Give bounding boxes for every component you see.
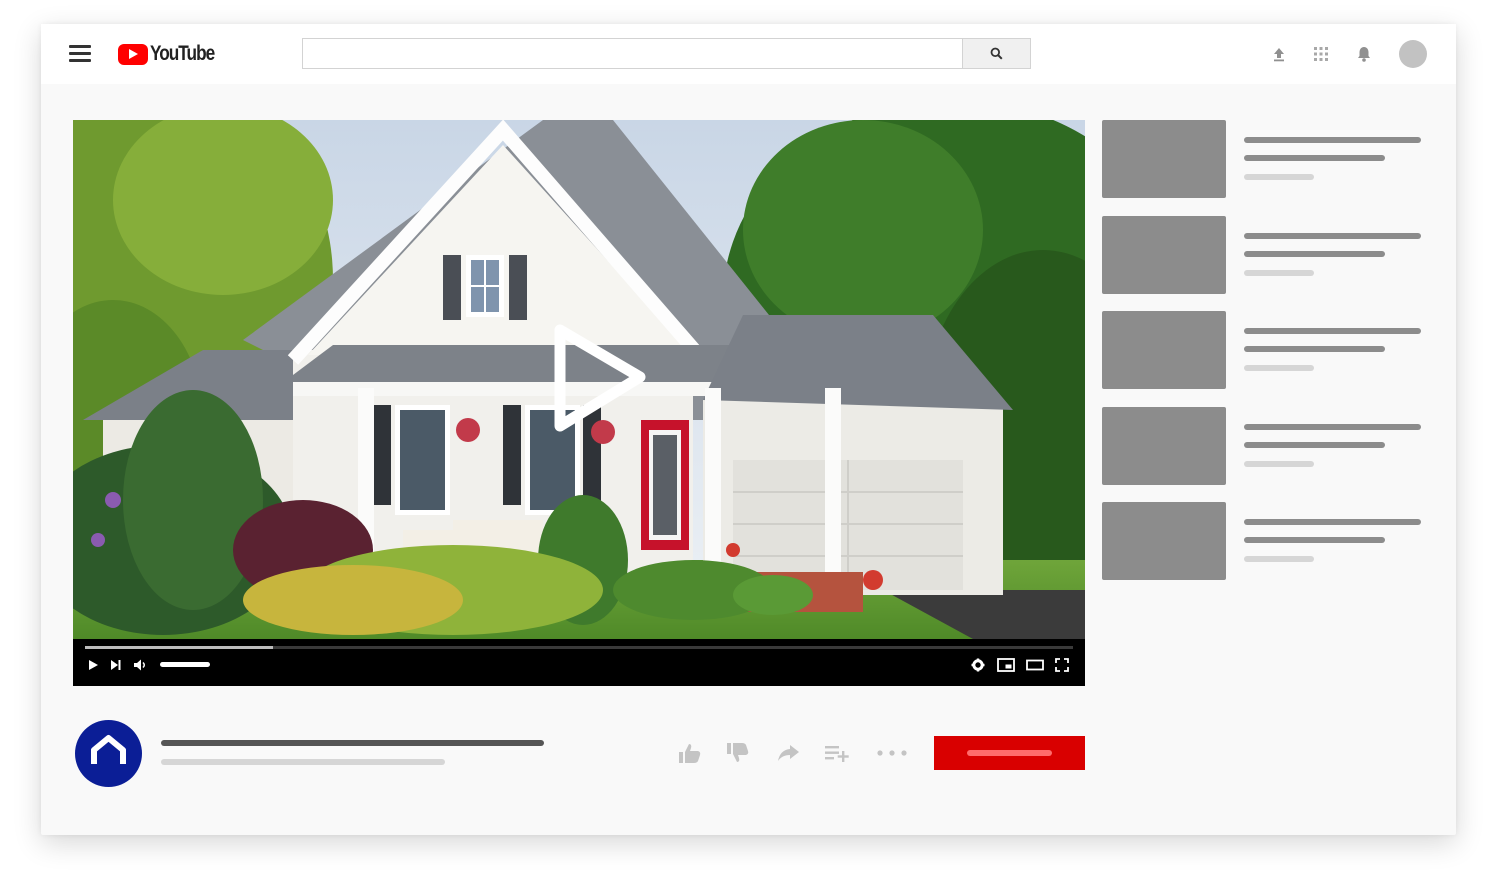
recommendation-title-line-1 [1244,232,1421,239]
logo-text: YouTube [150,42,215,65]
fullscreen-icon[interactable] [1054,657,1070,673]
video-frame[interactable] [73,120,1085,639]
apps-grid-icon[interactable] [1311,44,1331,64]
subscribe-label-placeholder [967,750,1052,756]
search-input[interactable] [303,39,964,68]
dislike-icon[interactable] [725,742,751,764]
recommendation-item[interactable] [1102,311,1422,389]
recommendation-title-line-2 [1244,441,1385,448]
youtube-logo[interactable]: YouTube [118,42,228,66]
recommendation-thumbnail[interactable] [1102,502,1226,580]
recommendation-meta-line [1244,174,1314,180]
video-player[interactable] [73,120,1085,686]
recommendation-meta-line [1244,269,1314,276]
search-icon [990,47,1003,60]
recommendation-meta-line [1244,365,1314,371]
youtube-play-logo-icon [118,43,148,65]
recommendation-title-line-1 [1244,328,1421,334]
recommendation-meta-line [1244,556,1314,562]
recommendation-title-line-1 [1244,423,1421,430]
upload-icon[interactable] [1269,44,1289,64]
like-icon[interactable] [677,742,703,764]
add-to-playlist-icon[interactable] [824,742,850,764]
bell-icon[interactable] [1354,44,1374,64]
progress-fill [85,646,273,649]
browser-window: YouTube [41,24,1456,835]
recommendation-title-line-2 [1244,155,1385,161]
avatar[interactable] [1399,40,1427,68]
search-box [302,38,1031,69]
recommendation-item[interactable] [1102,120,1422,198]
recommendation-thumbnail[interactable] [1102,311,1226,389]
recommendation-title-line-2 [1244,250,1385,257]
video-title-placeholder [161,740,544,746]
next-icon[interactable] [110,657,122,673]
recommendation-title-line-2 [1244,537,1385,543]
recommendation-thumbnail[interactable] [1102,406,1226,485]
subscribe-button[interactable] [934,736,1085,770]
channel-logo-icon [91,735,126,764]
volume-icon[interactable] [133,657,149,673]
recommendation-title-line-1 [1244,137,1421,143]
theater-icon[interactable] [1026,657,1044,673]
recommendation-title-line-2 [1244,346,1385,352]
recommendation-meta-line [1244,460,1314,467]
video-meta-placeholder [161,759,445,765]
volume-slider[interactable] [160,662,210,667]
masthead: YouTube [41,24,1456,84]
settings-gear-icon[interactable] [970,657,986,673]
recommendation-item[interactable] [1102,502,1422,580]
channel-avatar[interactable] [75,720,142,787]
more-icon[interactable] [876,742,908,764]
search-button[interactable] [962,39,1030,68]
menu-icon[interactable] [69,45,91,63]
recommendation-item[interactable] [1102,215,1422,294]
player-controls [73,639,1085,686]
recommendation-item[interactable] [1102,406,1422,485]
play-icon[interactable] [87,657,99,673]
share-icon[interactable] [775,742,801,764]
miniplayer-icon[interactable] [997,657,1015,673]
progress-bar[interactable] [85,646,1073,649]
recommendation-thumbnail[interactable] [1102,120,1226,198]
recommendation-thumbnail[interactable] [1102,215,1226,294]
recommendation-title-line-1 [1244,519,1421,525]
